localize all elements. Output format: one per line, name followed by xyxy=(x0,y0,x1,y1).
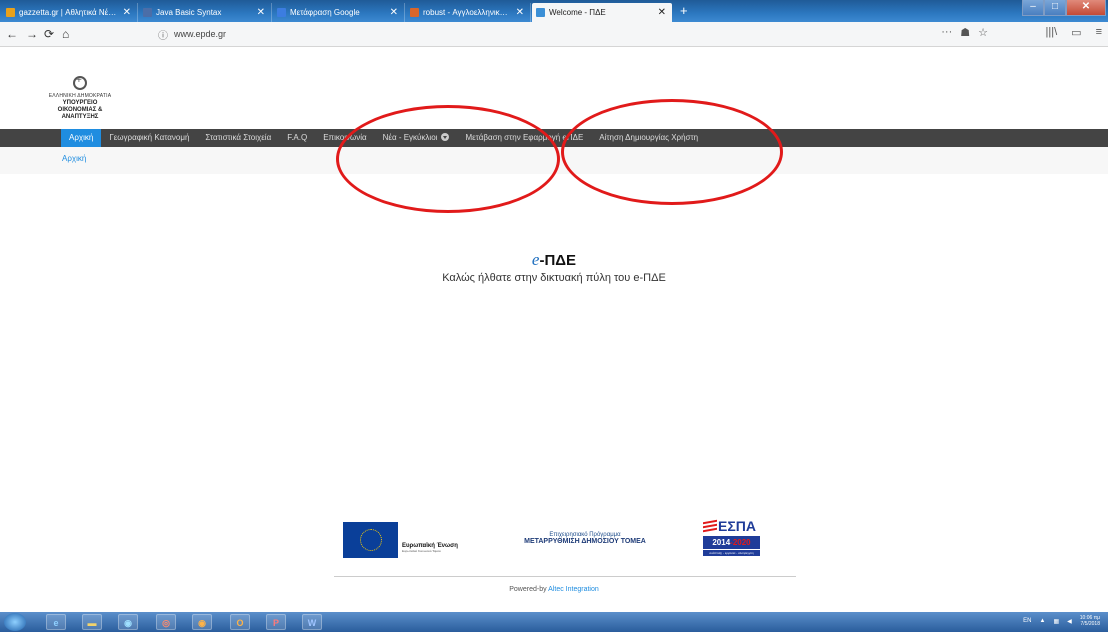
window-controls: ‒ □ ✕ xyxy=(1022,0,1106,16)
address-bar-actions: ··· ☗ ☆ xyxy=(941,26,988,39)
close-window-button[interactable]: ✕ xyxy=(1066,0,1106,16)
page-title: e-ΠΔΕ xyxy=(0,250,1108,270)
footer-divider xyxy=(334,576,796,577)
logo-line-1: ΕΛΛΗΝΙΚΗ ΔΗΜΟΚΡΑΤΙΑ xyxy=(48,93,112,99)
annotation-circle-news xyxy=(336,105,560,213)
tab-close-icon[interactable]: ✕ xyxy=(257,7,265,18)
eu-label-sub: Ευρωπαϊκό Κοινωνικό Ταμείο xyxy=(402,549,441,553)
volume-icon[interactable]: ◀ xyxy=(1067,618,1072,625)
site-info-icon[interactable]: ⓘ xyxy=(158,27,168,42)
maximize-button[interactable]: □ xyxy=(1044,0,1066,16)
library-icon[interactable]: |||\ xyxy=(1046,26,1058,39)
windows-taskbar: e ▬ ◉ ◎ ◉ O P W EN ▲ ▦ ◀ 10:06 πμ 7/5/20… xyxy=(0,612,1108,632)
browser-toolbar-right: |||\ ▭ ≡ xyxy=(1046,26,1102,39)
op-line-2: ΜΕΤΑΡΡΥΘΜΙΣΗ ΔΗΜΟΣΙΟΥ ΤΟΜΕΑ xyxy=(524,538,646,545)
bookmark-star-icon[interactable]: ☆ xyxy=(978,26,988,39)
browser-tab-java[interactable]: Java Basic Syntax ✕ xyxy=(139,3,272,22)
minimize-button[interactable]: ‒ xyxy=(1022,0,1044,16)
gazzetta-favicon-icon xyxy=(6,8,15,17)
espa-year-end: -2020 xyxy=(730,538,751,547)
menu-item-geographic-distribution[interactable]: Γεωγραφική Κατανομή xyxy=(101,129,197,147)
page-actions-menu-icon[interactable]: ··· xyxy=(941,26,952,39)
menu-item-statistics[interactable]: Στατιστικά Στοιχεία xyxy=(197,129,279,147)
new-tab-button[interactable]: + xyxy=(680,3,688,19)
chrome-icon[interactable]: ◎ xyxy=(156,614,176,630)
espa-year-start: 2014 xyxy=(712,538,731,547)
internet-explorer-icon[interactable]: e xyxy=(46,614,66,630)
tab-close-icon[interactable]: ✕ xyxy=(658,7,666,18)
tab-close-icon[interactable]: ✕ xyxy=(516,7,524,18)
browser-tab-epde[interactable]: Welcome - ΠΔΕ ✕ xyxy=(532,3,672,22)
address-bar[interactable]: ⓘ www.epde.gr xyxy=(148,25,996,43)
firefox-icon[interactable]: ◉ xyxy=(192,614,212,630)
tab-title: gazzetta.gr | Αθλητικά Νέα | Εκ xyxy=(19,8,119,17)
pocket-icon[interactable]: ☗ xyxy=(960,26,970,39)
browser-navigation-bar: ← → ⟳ ⌂ ⓘ www.epde.gr ··· ☗ ☆ |||\ ▭ ≡ xyxy=(0,22,1108,47)
welcome-text: Καλώς ήλθατε στην δικτυακή πύλη του e-ΠΔ… xyxy=(442,272,666,284)
language-indicator[interactable]: EN xyxy=(1023,618,1031,624)
system-tray: EN ▲ ▦ ◀ 10:06 πμ 7/5/2018 xyxy=(1023,615,1100,627)
eu-stars-icon xyxy=(359,529,382,551)
browser-tab-gazzetta[interactable]: gazzetta.gr | Αθλητικά Νέα | Εκ ✕ xyxy=(2,3,138,22)
greek-emblem-icon xyxy=(73,75,87,90)
powered-by-prefix: Powered-by xyxy=(509,586,547,593)
ministry-logo[interactable]: ΕΛΛΗΝΙΚΗ ΔΗΜΟΚΡΑΤΙΑ ΥΠΟΥΡΓΕΙΟ ΟΙΚΟΝΟΜΙΑΣ… xyxy=(40,75,120,121)
translate-favicon-icon xyxy=(277,8,286,17)
tab-title: Java Basic Syntax xyxy=(156,8,222,17)
tab-title: robust - Αγγλοελληνικό Λεξικό xyxy=(423,8,512,17)
epde-favicon-icon xyxy=(536,8,545,17)
tab-title: Welcome - ΠΔΕ xyxy=(549,8,606,17)
clock[interactable]: 10:06 πμ 7/5/2018 xyxy=(1080,615,1100,627)
media-player-icon[interactable]: ◉ xyxy=(118,614,138,630)
start-button-icon[interactable] xyxy=(4,613,26,631)
tab-title: Μετάφραση Google xyxy=(290,8,360,17)
forward-arrow-icon[interactable]: → xyxy=(26,25,38,43)
home-icon[interactable]: ⌂ xyxy=(62,25,69,43)
browser-tab-strip: gazzetta.gr | Αθλητικά Νέα | Εκ ✕ Java B… xyxy=(0,0,1108,22)
network-icon[interactable]: ▦ xyxy=(1053,618,1059,625)
file-explorer-icon[interactable]: ▬ xyxy=(82,614,102,630)
espa-stripes-icon xyxy=(703,519,717,533)
menu-item-faq[interactable]: F.A.Q xyxy=(279,129,315,147)
eu-label: Ευρωπαϊκή Ένωση Ευρωπαϊκό Κοινωνικό Ταμε… xyxy=(402,543,458,553)
back-arrow-icon[interactable]: ← xyxy=(6,25,18,43)
url-text[interactable]: www.epde.gr xyxy=(174,29,226,39)
eu-flag-icon xyxy=(343,522,398,558)
espa-word: ΕΣΠΑ xyxy=(718,518,756,534)
powered-by: Powered-by Altec Integration xyxy=(0,586,1108,593)
dictionary-favicon-icon xyxy=(410,8,419,17)
breadcrumb-home-link[interactable]: Αρχική xyxy=(62,154,86,163)
browser-tab-google-translate[interactable]: Μετάφραση Google ✕ xyxy=(273,3,405,22)
menu-item-home[interactable]: Αρχική xyxy=(61,129,102,147)
operational-programme-logo: Επιχειρησιακό Πρόγραμμα ΜΕΤΑΡΡΥΘΜΙΣΗ ΔΗΜ… xyxy=(505,532,665,545)
altec-integration-link[interactable]: Altec Integration xyxy=(548,586,599,593)
espa-logo: ΕΣΠΑ 2014-2020 ανάπτυξη - εργασία - αλλη… xyxy=(700,518,762,560)
tab-close-icon[interactable]: ✕ xyxy=(123,7,131,18)
logo-line-3: ΟΙΚΟΝΟΜΙΑΣ & ΑΝΑΠΤΥΞΗΣ xyxy=(57,107,103,120)
hamburger-menu-icon[interactable]: ≡ xyxy=(1096,26,1102,39)
powerpoint-icon[interactable]: P xyxy=(266,614,286,630)
browser-tab-dictionary[interactable]: robust - Αγγλοελληνικό Λεξικό ✕ xyxy=(406,3,531,22)
word-icon[interactable]: W xyxy=(302,614,322,630)
tab-close-icon[interactable]: ✕ xyxy=(390,7,398,18)
sidebar-icon[interactable]: ▭ xyxy=(1071,26,1081,39)
reload-icon[interactable]: ⟳ xyxy=(44,25,54,43)
title-main: -ΠΔΕ xyxy=(539,252,577,269)
logo-line-2: ΥΠΟΥΡΓΕΙΟ xyxy=(62,100,98,106)
flag-icon[interactable]: ▲ xyxy=(1040,618,1046,624)
annotation-circle-user-request xyxy=(561,99,783,205)
java-favicon-icon xyxy=(143,8,152,17)
espa-tagline: ανάπτυξη - εργασία - αλληλεγγύη xyxy=(703,550,760,556)
clock-date: 7/5/2018 xyxy=(1080,621,1100,627)
outlook-icon[interactable]: O xyxy=(230,614,250,630)
espa-years: 2014-2020 xyxy=(703,536,760,549)
